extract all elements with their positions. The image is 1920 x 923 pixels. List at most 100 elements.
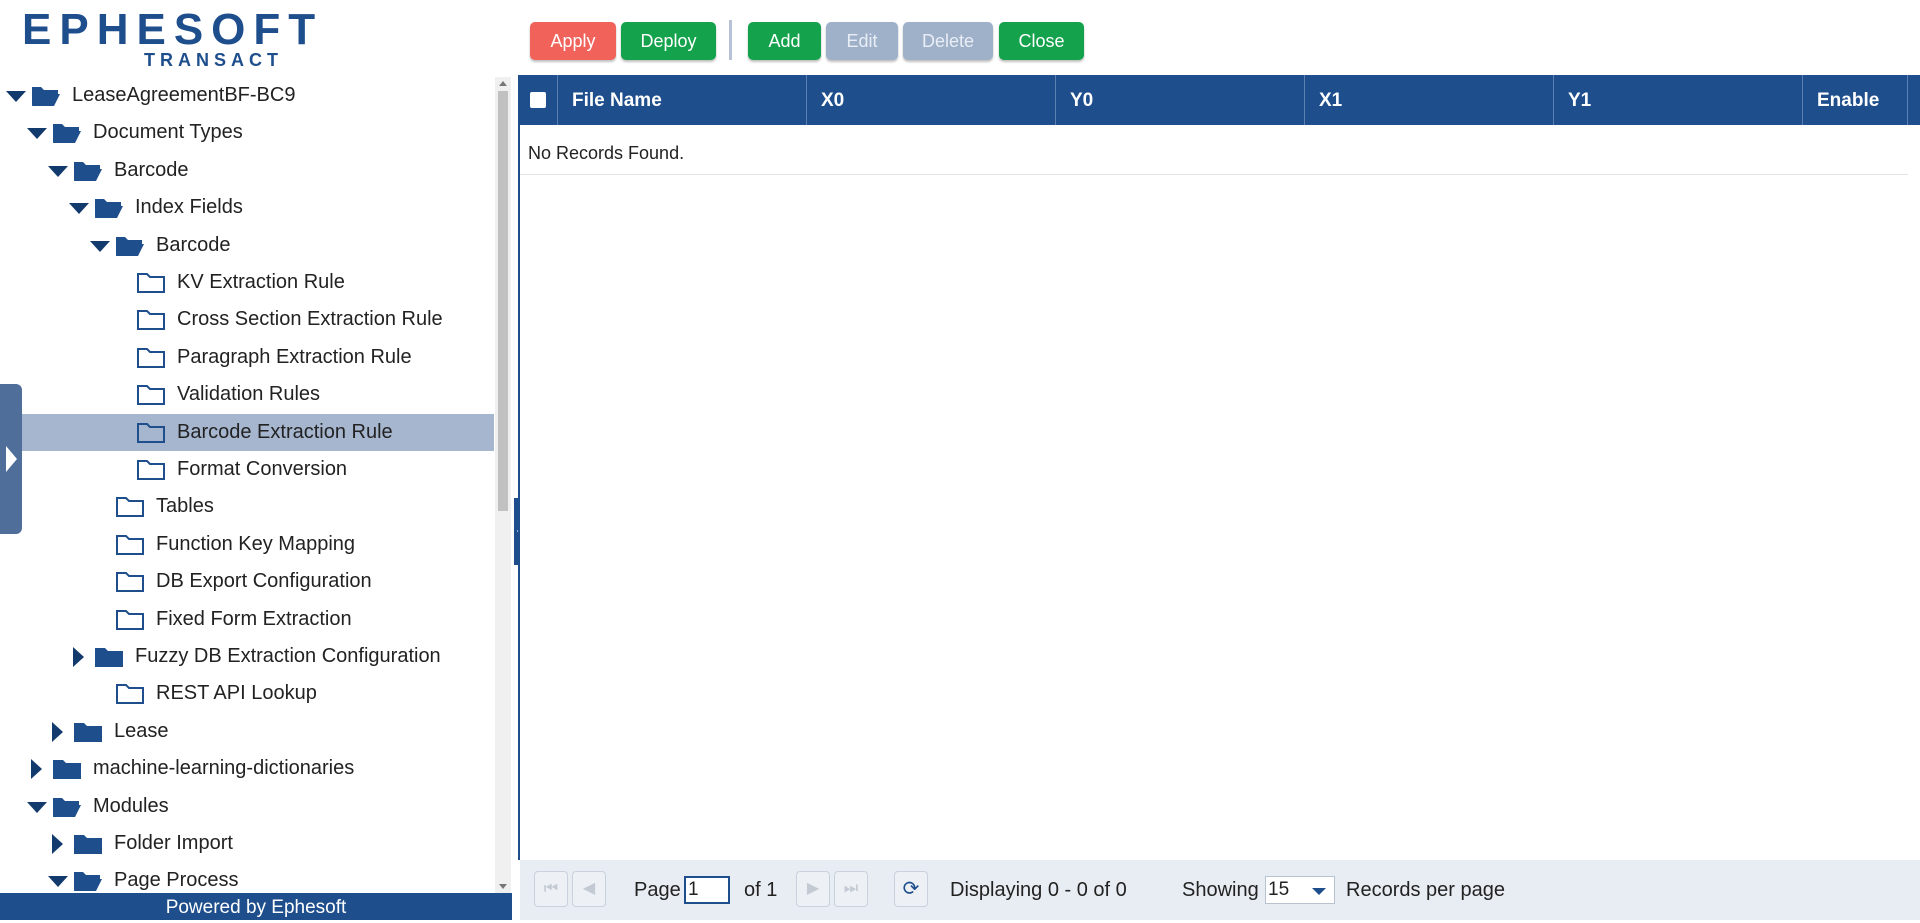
- folder-icon: [52, 757, 82, 781]
- caret-right-icon[interactable]: [25, 750, 47, 787]
- tree-node-label: Barcode Extraction Rule: [177, 421, 393, 443]
- folder-icon: [73, 720, 103, 744]
- tree-node-label: Format Conversion: [177, 458, 348, 480]
- scroll-up-arrow-icon[interactable]: [499, 81, 507, 86]
- page-count: of 1: [744, 879, 778, 901]
- column-header-enable[interactable]: Enable: [1803, 75, 1908, 125]
- scrollbar-thumb[interactable]: [498, 91, 508, 511]
- tree-node[interactable]: Fixed Form Extraction: [0, 601, 494, 638]
- last-page-button[interactable]: ⏭: [834, 871, 868, 907]
- previous-page-button[interactable]: ◀: [572, 871, 606, 907]
- caret-right-icon[interactable]: [67, 638, 89, 675]
- tree-node-label: machine-learning-dictionaries: [93, 757, 355, 779]
- refresh-icon: ⟳: [902, 878, 920, 900]
- tree-node-label: Barcode: [114, 159, 189, 181]
- records-per-page-select[interactable]: 15: [1265, 876, 1335, 904]
- folder-open-icon: [115, 234, 145, 258]
- tree-node-label: Page Process: [114, 869, 239, 891]
- delete-button[interactable]: Delete: [903, 22, 993, 60]
- apply-button[interactable]: Apply: [530, 22, 616, 60]
- folder-icon: [136, 458, 166, 482]
- next-page-button[interactable]: ▶: [796, 871, 830, 907]
- tree-node-label: Cross Section Extraction Rule: [177, 308, 443, 330]
- caret-right-icon[interactable]: [46, 825, 68, 862]
- column-header-y1[interactable]: Y1: [1554, 75, 1803, 125]
- caret-down-icon[interactable]: [46, 862, 68, 893]
- tree-node[interactable]: Paragraph Extraction Rule: [0, 339, 494, 376]
- toolbar: Apply Deploy Add Edit Delete Close: [518, 0, 1920, 75]
- tree-node-label: Validation Rules: [177, 383, 321, 405]
- logo-sub: TRANSACT: [144, 50, 283, 70]
- folder-open-icon: [52, 795, 82, 819]
- caret-down-icon[interactable]: [25, 788, 47, 825]
- tree-node[interactable]: LeaseAgreementBF-BC9: [0, 77, 494, 114]
- tree-node-label: LeaseAgreementBF-BC9: [72, 84, 296, 106]
- tree-node[interactable]: Cross Section Extraction Rule: [0, 301, 494, 338]
- tree-node[interactable]: REST API Lookup: [0, 675, 494, 712]
- tree-node-label: REST API Lookup: [156, 682, 317, 704]
- tree-node[interactable]: Barcode: [0, 227, 494, 264]
- records-per-page-value: 15: [1268, 879, 1290, 900]
- tree-node[interactable]: Barcode: [0, 152, 494, 189]
- folder-open-icon: [31, 84, 61, 108]
- scroll-down-arrow-icon[interactable]: [499, 884, 507, 889]
- tree-node-label: Function Key Mapping: [156, 533, 356, 555]
- column-header-y0[interactable]: Y0: [1056, 75, 1305, 125]
- last-page-icon: ⏭: [843, 880, 859, 897]
- folder-icon: [115, 608, 145, 632]
- tree-node[interactable]: Page Process: [0, 862, 494, 893]
- caret-down-icon[interactable]: [46, 152, 68, 189]
- tree-node[interactable]: KV Extraction Rule: [0, 264, 494, 301]
- deploy-button[interactable]: Deploy: [621, 22, 716, 60]
- first-page-button[interactable]: ⏮: [534, 871, 568, 907]
- caret-right-icon[interactable]: [46, 713, 68, 750]
- select-all-checkbox[interactable]: [530, 92, 546, 108]
- close-button[interactable]: Close: [999, 22, 1084, 60]
- ephesoft-logo: EPHESOFT TRANSACT: [22, 6, 315, 71]
- column-header-x1[interactable]: X1: [1305, 75, 1554, 125]
- tree-node[interactable]: DB Export Configuration: [0, 563, 494, 600]
- tree-node-label: Document Types: [93, 121, 243, 143]
- tree-node-label: DB Export Configuration: [156, 570, 372, 592]
- next-page-icon: ▶: [806, 880, 820, 897]
- folder-icon: [136, 271, 166, 295]
- tree-node[interactable]: Modules: [0, 788, 494, 825]
- folder-icon: [136, 308, 166, 332]
- folder-icon: [115, 682, 145, 706]
- powered-by-footer: Powered by Ephesoft: [0, 893, 512, 920]
- folder-open-icon: [52, 121, 82, 145]
- caret-down-icon[interactable]: [4, 77, 26, 114]
- page-number-input[interactable]: 1: [684, 876, 730, 904]
- tree-node[interactable]: Document Types: [0, 114, 494, 151]
- edit-button[interactable]: Edit: [826, 22, 898, 60]
- folder-icon: [94, 645, 124, 669]
- tree-node[interactable]: Validation Rules: [0, 376, 494, 413]
- tree-node[interactable]: machine-learning-dictionaries: [0, 750, 494, 787]
- tree-node[interactable]: Lease: [0, 713, 494, 750]
- caret-down-icon[interactable]: [25, 114, 47, 151]
- folder-open-icon: [73, 159, 103, 183]
- tree-scrollbar[interactable]: [495, 77, 511, 893]
- folder-icon: [115, 570, 145, 594]
- tree-node-label: Lease: [114, 720, 169, 742]
- caret-down-icon[interactable]: [88, 227, 110, 264]
- tree-node[interactable]: Index Fields: [0, 189, 494, 226]
- tree-node[interactable]: Folder Import: [0, 825, 494, 862]
- tree-node-label: Fuzzy DB Extraction Configuration: [135, 645, 441, 667]
- chevron-down-icon: [1312, 888, 1326, 895]
- column-header-file-name[interactable]: File Name: [558, 75, 807, 125]
- tree-node[interactable]: Function Key Mapping: [0, 526, 494, 563]
- tree-node[interactable]: Fuzzy DB Extraction Configuration: [0, 638, 494, 675]
- tree-node-label: KV Extraction Rule: [177, 271, 345, 293]
- folder-icon: [115, 495, 145, 519]
- add-button[interactable]: Add: [748, 22, 821, 60]
- column-header-x0[interactable]: X0: [807, 75, 1056, 125]
- folder-open-icon: [94, 196, 124, 220]
- caret-down-icon[interactable]: [67, 189, 89, 226]
- tree-node[interactable]: Format Conversion: [0, 451, 494, 488]
- expand-panel-tab[interactable]: [0, 384, 22, 534]
- empty-message: No Records Found.: [520, 125, 1908, 175]
- tree-node[interactable]: Tables: [0, 488, 494, 525]
- tree-node[interactable]: Barcode Extraction Rule: [22, 414, 494, 451]
- refresh-button[interactable]: ⟳: [894, 871, 928, 907]
